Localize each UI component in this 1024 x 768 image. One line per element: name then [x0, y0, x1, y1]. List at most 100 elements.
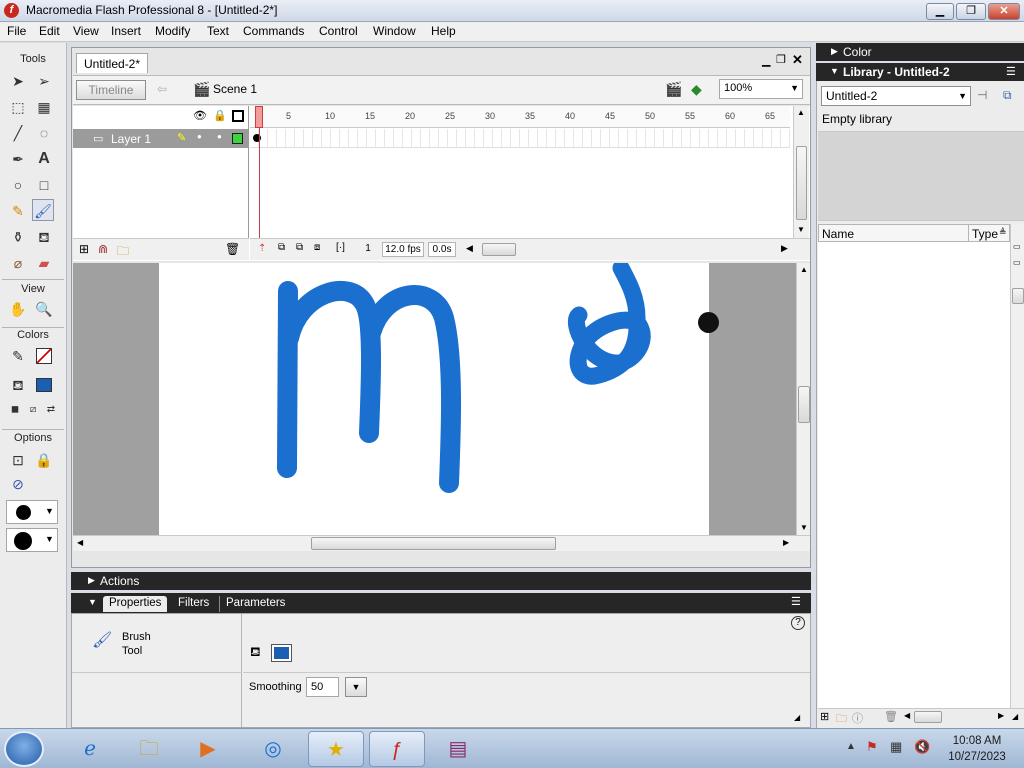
column-type[interactable]: Type	[972, 227, 998, 241]
gradient-transform-icon[interactable]: ▦	[33, 96, 55, 118]
hand-tool-icon[interactable]: ✋	[7, 298, 29, 320]
action-center-icon[interactable]: ⚑	[866, 739, 878, 755]
add-motion-guide-icon[interactable]: ⋒	[98, 242, 108, 256]
timeline-toggle-button[interactable]: Timeline	[76, 80, 146, 100]
tab-parameters[interactable]: Parameters	[219, 596, 291, 612]
menu-modify[interactable]: Modify	[155, 24, 190, 38]
ink-bottle-icon[interactable]: ⚱	[7, 226, 29, 248]
flash-taskbar-icon[interactable]: ƒ	[369, 731, 425, 767]
menu-text[interactable]: Text	[207, 24, 229, 38]
onion-skin-icon[interactable]: ⧉	[278, 242, 285, 253]
brush-shape-select[interactable]: ▼	[6, 528, 58, 552]
volume-icon[interactable]: 🔇	[914, 739, 930, 755]
library-panel-bar[interactable]: ▼ Library - Untitled-2 ☰	[816, 63, 1024, 81]
visibility-dot[interactable]: ●	[197, 132, 202, 141]
chrome-icon[interactable]: ◎	[245, 731, 301, 767]
file-explorer-icon[interactable]: 🗀	[121, 731, 177, 767]
brush-mode-icon[interactable]: ⊡	[7, 449, 29, 471]
properties-icon[interactable]: ⓘ	[852, 710, 863, 726]
new-library-panel-icon[interactable]: ⧉	[1003, 88, 1012, 103]
stage-hscroll[interactable]: ◀ ▶	[73, 535, 810, 551]
fill-color-swatch[interactable]	[33, 374, 55, 396]
color-panel-bar[interactable]: ▶ Color	[816, 43, 1024, 61]
insert-layer-icon[interactable]: ⊞	[79, 242, 89, 256]
doc-restore-icon[interactable]: ❐	[776, 53, 786, 66]
tray-expand-icon[interactable]: ▲	[846, 741, 856, 752]
pen-tool-icon[interactable]: ✒	[7, 148, 29, 170]
smoothing-input[interactable]: 50	[306, 677, 339, 697]
doc-close-icon[interactable]: ✕	[792, 52, 803, 68]
fill-bucket-icon[interactable]: ⛾	[7, 374, 29, 396]
free-transform-icon[interactable]: ⬚	[7, 96, 29, 118]
selection-arrow-icon[interactable]: ➤	[7, 70, 29, 92]
scroll-up-icon[interactable]: ▲	[800, 265, 808, 274]
outline-color-swatch[interactable]	[232, 133, 243, 144]
scroll-left-icon[interactable]: ◀	[77, 538, 83, 547]
library-list[interactable]	[818, 242, 1010, 712]
scroll-up-icon[interactable]: ▲	[797, 108, 805, 117]
movie-maker-icon[interactable]: ★	[308, 731, 364, 767]
network-icon[interactable]: ▦	[890, 739, 902, 755]
close-button[interactable]: ✕	[988, 3, 1020, 20]
timeline-vscroll[interactable]: ▲ ▼	[793, 106, 809, 238]
scroll-right-icon[interactable]: ▶	[783, 538, 789, 547]
pin-library-icon[interactable]: ⊣	[977, 88, 987, 102]
new-symbol-icon[interactable]: ⊞	[820, 710, 829, 723]
stroke-color-pencil-icon[interactable]: ✎	[7, 345, 29, 367]
lock-dot[interactable]: ●	[217, 132, 222, 141]
frame-rate[interactable]: 12.0 fps	[382, 242, 424, 257]
doc-minimize-icon[interactable]: ▁	[762, 54, 770, 67]
swap-colors-icon[interactable]: ⇄	[40, 399, 62, 421]
eye-icon[interactable]: 👁	[193, 109, 207, 122]
eyedropper-icon[interactable]: ⌀	[7, 252, 29, 274]
panel-options-icon[interactable]: ☰	[791, 595, 801, 608]
brush-tool-icon[interactable]: 🖌	[32, 199, 54, 221]
scroll-left-icon[interactable]: ◀	[466, 243, 473, 254]
edit-scene-icon[interactable]: 🎬	[665, 81, 682, 98]
menu-commands[interactable]: Commands	[243, 24, 304, 38]
actions-panel-bar[interactable]: ▶ Actions	[71, 572, 811, 590]
sort-icon[interactable]: ≜	[999, 227, 1007, 238]
new-folder-icon[interactable]: 🗀	[836, 710, 847, 729]
scroll-right-icon[interactable]: ▶	[998, 711, 1004, 720]
frame-ruler[interactable]: 1 5 10 15 20 25 30 35 40 45 50 55 60 65	[250, 106, 790, 128]
media-player-icon[interactable]: ▶	[180, 731, 236, 767]
resize-grip-icon[interactable]: ◢	[1012, 712, 1018, 721]
menu-file[interactable]: File	[7, 24, 26, 38]
collapse-arrow-icon[interactable]: ▼	[88, 597, 97, 607]
library-select[interactable]: Untitled-2 ▼	[821, 86, 971, 106]
eraser-tool-icon[interactable]: ▰	[33, 252, 55, 274]
column-name[interactable]: Name	[822, 227, 854, 241]
lock-fill-icon[interactable]: 🔒	[33, 449, 55, 471]
minimize-button[interactable]: ▁	[926, 3, 954, 20]
brush-size-select[interactable]: ▼	[6, 500, 58, 524]
scroll-down-icon[interactable]: ▼	[797, 225, 805, 234]
paint-bucket-icon[interactable]: ⛾	[33, 226, 55, 248]
stage[interactable]	[159, 259, 709, 535]
oval-tool-icon[interactable]: ○	[7, 174, 29, 196]
m-shape[interactable]	[277, 281, 462, 493]
tab-properties[interactable]: Properties	[103, 596, 168, 612]
zoom-select[interactable]: 100% ▼	[719, 79, 803, 99]
lasso-tool-icon[interactable]: ◌	[33, 122, 55, 144]
internet-explorer-icon[interactable]: ℯ	[62, 731, 118, 767]
center-frame-icon[interactable]: ⇡	[258, 243, 266, 254]
insert-folder-icon[interactable]: 🗀	[117, 242, 129, 263]
stage-vscroll[interactable]: ▲ ▼	[796, 263, 810, 535]
scene-label[interactable]: Scene 1	[213, 82, 257, 96]
layer-row[interactable]: ▭ Layer 1 ✎ ● ●	[73, 129, 249, 148]
line-tool-icon[interactable]: ╱	[7, 122, 29, 144]
scroll-down-icon[interactable]: ▼	[800, 523, 808, 532]
delete-icon[interactable]: 🗑	[884, 710, 898, 723]
smoothing-dropdown-button[interactable]: ▼	[345, 677, 367, 697]
menu-control[interactable]: Control	[319, 24, 358, 38]
menu-window[interactable]: Window	[373, 24, 416, 38]
edit-symbols-icon[interactable]: ◆	[691, 81, 702, 98]
brush-mode-dropdown-icon[interactable]: ⊘	[7, 473, 29, 495]
pencil-tool-icon[interactable]: ✎	[7, 200, 29, 222]
outline-icon[interactable]	[232, 110, 244, 122]
frame-row[interactable]	[250, 129, 790, 148]
scroll-right-icon[interactable]: ▶	[781, 243, 788, 254]
fill-color-swatch[interactable]	[271, 644, 292, 662]
edit-multiple-frames-icon[interactable]: ⧈	[314, 242, 320, 253]
